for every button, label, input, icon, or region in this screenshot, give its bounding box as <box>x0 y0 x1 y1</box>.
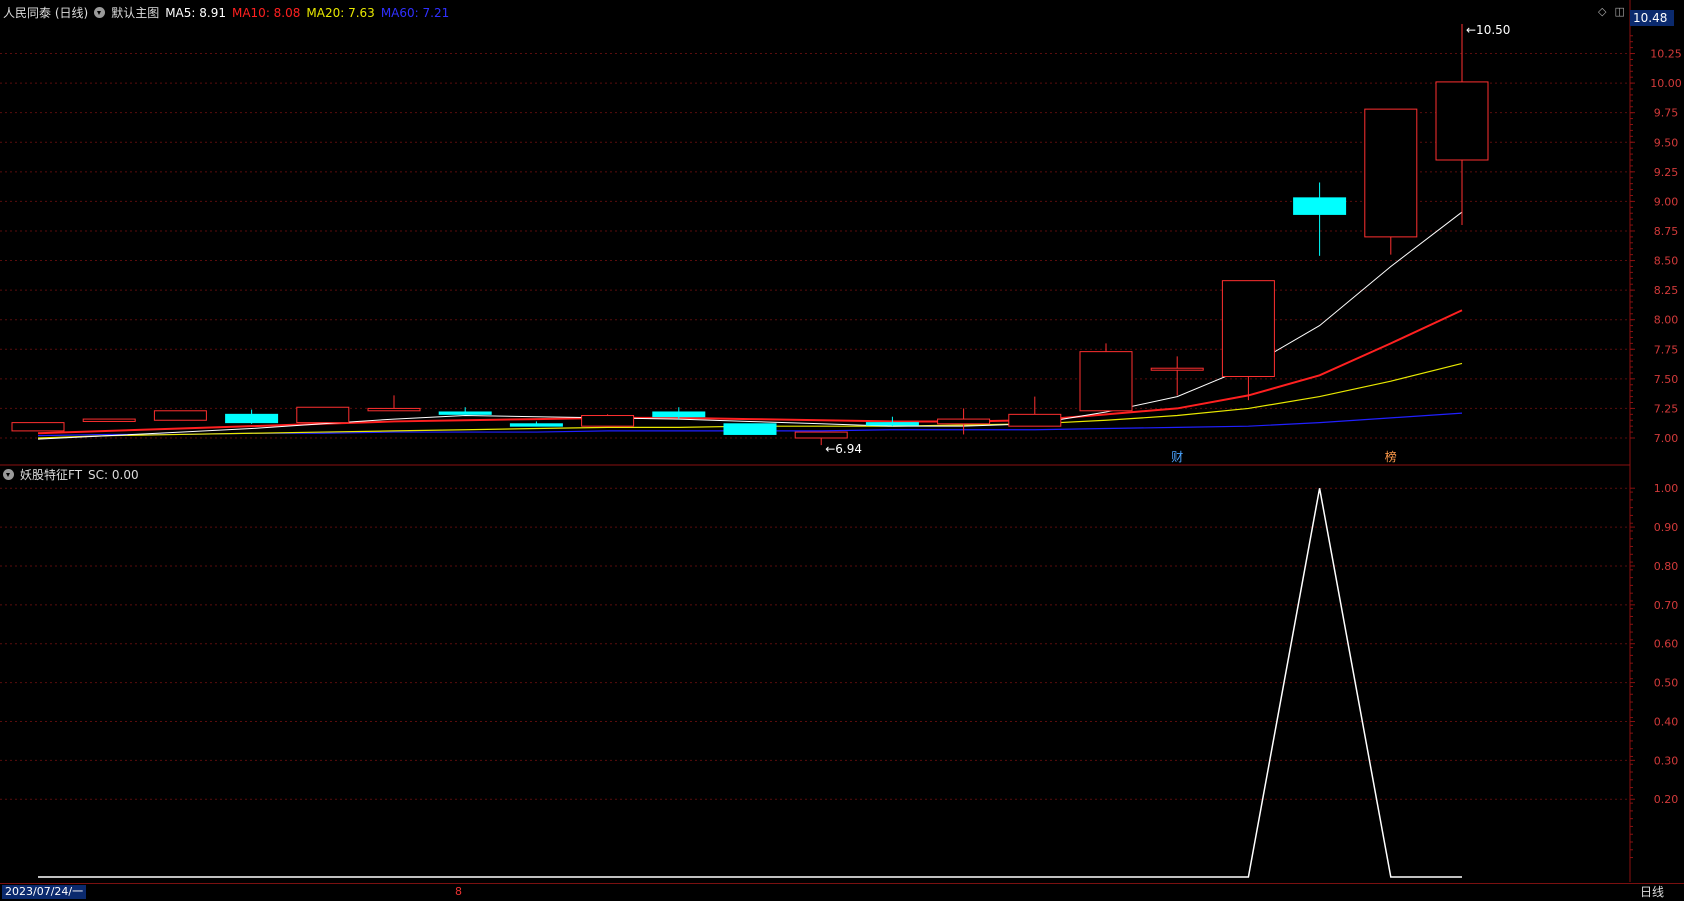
window-icon[interactable]: ◫ <box>1614 5 1624 18</box>
price-tick-label: 10.00 <box>1650 77 1682 90</box>
price-annotation: ←10.50 <box>1466 23 1510 37</box>
main-chart-header: 人民同泰 (日线) 默认主图 MA5: 8.91 MA10: 8.08 MA20… <box>3 4 449 21</box>
candle-body <box>581 415 635 427</box>
price-tick-label: 7.25 <box>1654 402 1679 415</box>
ma5-label: MA5: 8.91 <box>165 5 226 20</box>
chart-corner-controls: ◇ ◫ <box>1598 5 1625 18</box>
candle-body <box>1079 351 1133 412</box>
price-tick-label: 10.25 <box>1650 48 1682 61</box>
stock-chart[interactable]: 7.00 7.25 7.50 7.75 8.00 8.25 8.50 8.75 9.00 9.25… <box>0 0 1684 900</box>
price-tick-label: 9.50 <box>1654 136 1679 149</box>
candle-body <box>296 406 350 424</box>
candle-body <box>865 422 919 426</box>
candle-body <box>225 413 279 424</box>
main-chart-label[interactable]: 默认主图 <box>111 4 159 21</box>
candle-body <box>438 411 492 415</box>
candle-body <box>652 411 706 418</box>
candle-body <box>937 418 991 425</box>
indicator-label[interactable]: 妖股特征FT <box>20 466 82 483</box>
indicator-tick-label: 1.00 <box>1654 482 1679 495</box>
candle-body <box>82 418 136 422</box>
period-label[interactable]: 日线 <box>1640 884 1664 900</box>
candle-body <box>1221 280 1275 377</box>
diamond-icon[interactable]: ◇ <box>1598 5 1606 18</box>
price-tick-label: 8.00 <box>1654 314 1679 327</box>
candle-body <box>509 423 563 427</box>
candle-body <box>1435 81 1489 161</box>
price-tick-label: 8.25 <box>1654 284 1679 297</box>
price-tick-label: 9.00 <box>1654 195 1679 208</box>
ma10-label: MA10: 8.08 <box>231 5 301 20</box>
stock-name[interactable]: 人民同泰 (日线) <box>3 4 88 21</box>
candle-body <box>1364 108 1418 238</box>
event-marker: 榜 <box>1385 449 1397 464</box>
candle-body <box>153 410 207 421</box>
candle-body <box>1008 413 1062 427</box>
current-price-badge: 10.48 <box>1630 10 1674 26</box>
month-marker: 8 <box>455 885 462 898</box>
price-tick-label: 7.50 <box>1654 373 1679 386</box>
indicator-tick-label: 0.30 <box>1654 754 1679 767</box>
candle-body <box>1293 197 1347 215</box>
dropdown-icon[interactable] <box>94 7 106 18</box>
indicator-tick-label: 0.70 <box>1654 599 1679 612</box>
time-axis[interactable] <box>0 883 1684 901</box>
price-tick-label: 9.25 <box>1654 166 1679 179</box>
candle-body <box>367 407 421 412</box>
indicator-tick-label: 0.20 <box>1654 793 1679 806</box>
price-tick-label: 8.75 <box>1654 225 1679 238</box>
ma60-label: MA60: 7.21 <box>380 5 450 20</box>
candle-body <box>11 422 65 432</box>
indicator-tick-label: 0.40 <box>1654 715 1679 728</box>
indicator-tick-label: 0.80 <box>1654 560 1679 573</box>
price-tick-label: 9.75 <box>1654 107 1679 120</box>
cursor-date: 2023/07/24/一 <box>2 885 87 899</box>
indicator-tick-label: 0.60 <box>1654 638 1679 651</box>
event-marker: 财 <box>1171 450 1183 464</box>
candle-body <box>1150 367 1204 371</box>
price-tick-label: 8.50 <box>1654 255 1679 268</box>
indicator-tick-label: 0.50 <box>1654 677 1679 690</box>
price-annotation: ←6.94 <box>825 442 862 456</box>
indicator-value: SC: 0.00 <box>88 467 139 482</box>
dropdown-icon[interactable] <box>3 469 14 480</box>
price-tick-label: 7.75 <box>1654 343 1679 356</box>
indicator-header: 妖股特征FT SC: 0.00 <box>3 466 139 483</box>
price-tick-label: 7.00 <box>1654 432 1679 445</box>
ma20-label: MA20: 7.63 <box>306 5 375 20</box>
candle-body <box>794 431 848 439</box>
candle-body <box>723 423 777 435</box>
indicator-tick-label: 0.90 <box>1654 521 1679 534</box>
